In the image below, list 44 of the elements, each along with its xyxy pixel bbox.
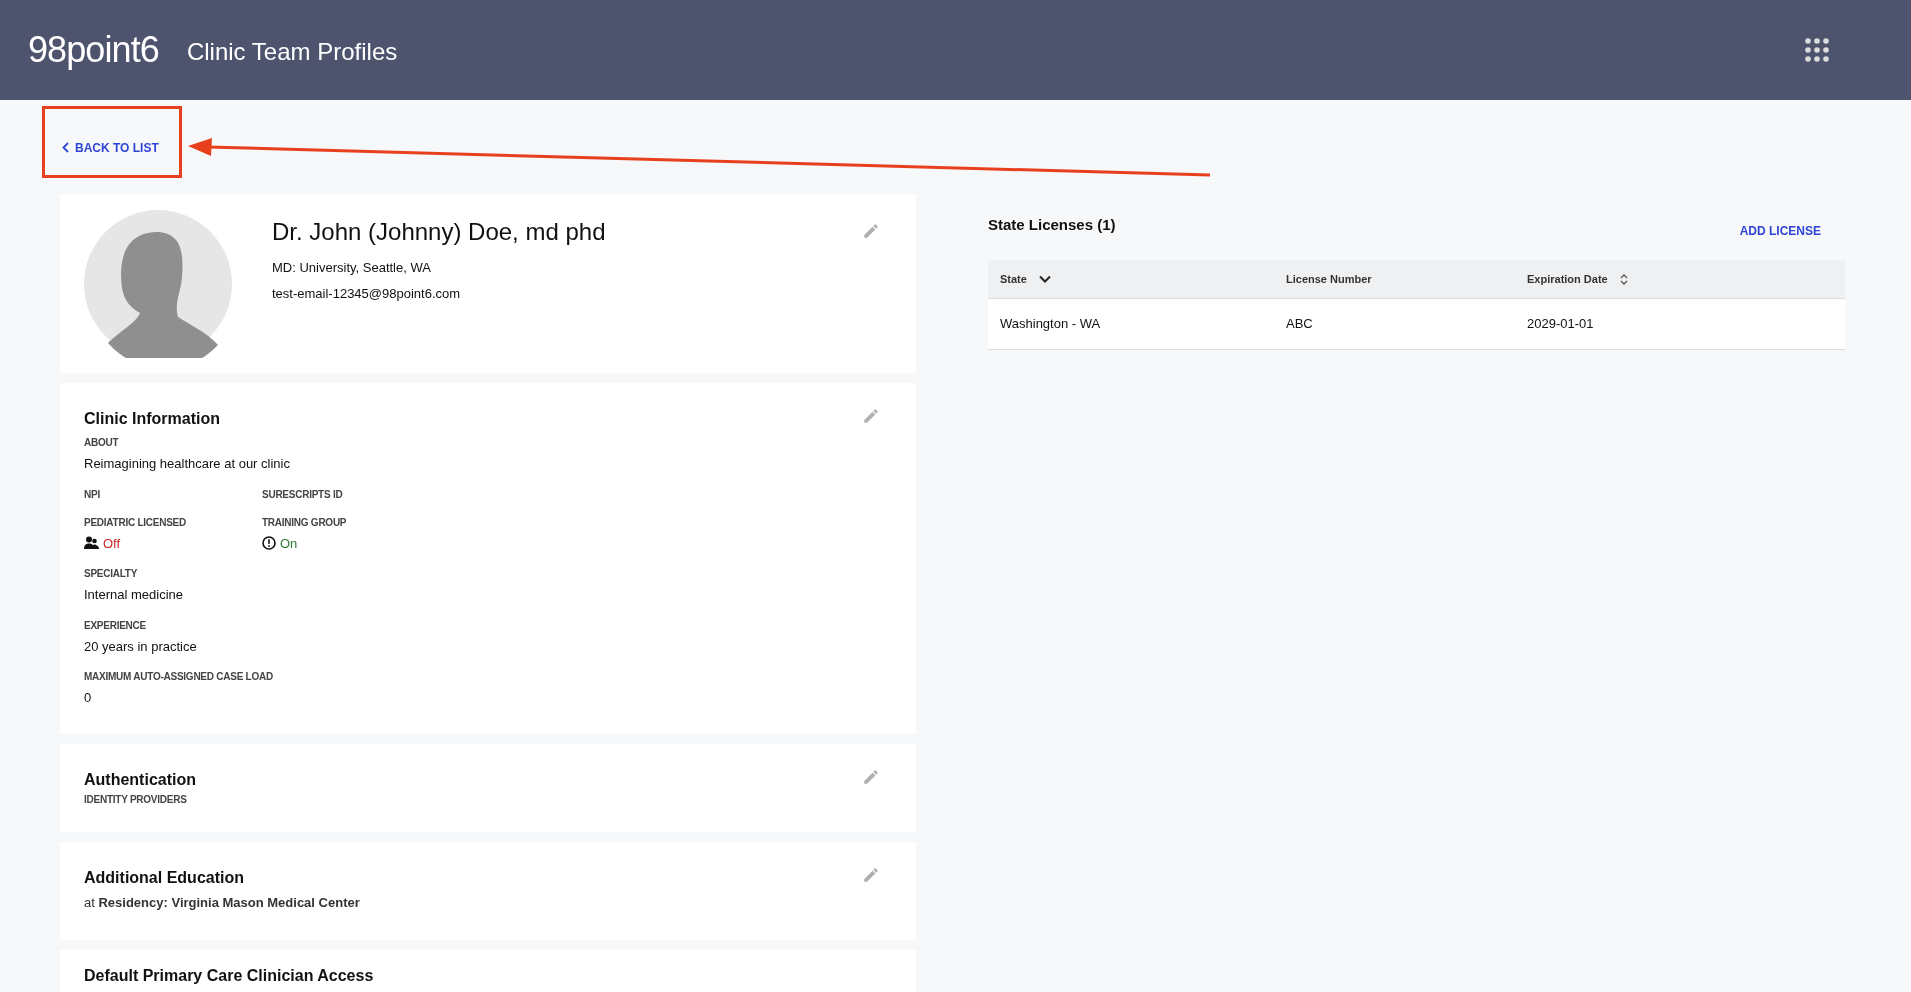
email-text: test-email-12345@98point6.com (272, 284, 462, 303)
field-label: SURESCRIPTS ID (262, 487, 344, 502)
section-title: State Licenses (1) (988, 215, 1116, 235)
degree-text: MD: University, Seattle, WA (272, 259, 432, 277)
field-value: 20 years in practice (84, 637, 198, 656)
edit-pencil-icon[interactable] (862, 222, 880, 240)
logo[interactable]: 98point6 (28, 23, 159, 77)
section-title: Clinic Information (84, 409, 220, 429)
add-license-button[interactable]: ADD LICENSE (1739, 222, 1821, 240)
edit-pencil-icon[interactable] (862, 768, 880, 786)
field-label: TRAINING GROUP (262, 515, 348, 530)
field-label: EXPERIENCE (84, 618, 147, 633)
column-header[interactable]: State (1000, 270, 1051, 288)
field-label: NPI (84, 487, 101, 502)
field-label: PEDIATRIC LICENSED (84, 515, 187, 530)
section-title: Default Primary Care Clinician Access (84, 966, 375, 986)
education-text: at Residency: Virginia Mason Medical Center (84, 895, 360, 910)
chevron-down-icon[interactable] (1038, 275, 1051, 283)
field-label: IDENTITY PROVIDERS (84, 793, 188, 807)
chevron-left-icon (62, 142, 69, 153)
status-value: Off (103, 534, 121, 553)
field-label: SPECIALTY (84, 567, 139, 581)
edit-pencil-icon[interactable] (862, 407, 880, 425)
section-title: Authentication (84, 770, 196, 790)
clinician-name: Dr. John (Johnny) Doe, md phd (272, 217, 607, 247)
edit-pencil-icon[interactable] (862, 866, 880, 884)
field-label: ABOUT (84, 436, 120, 450)
table-cell-text: ABC (1286, 315, 1314, 334)
column-header[interactable]: Expiration Date (1527, 270, 1628, 288)
section-title: Additional Education (84, 868, 244, 888)
field-value: Internal medicine (84, 586, 184, 604)
alert-circle-icon (262, 536, 276, 551)
field-label: MAXIMUM AUTO-ASSIGNED CASE LOAD (84, 670, 274, 684)
back-to-list-link[interactable]: BACK TO LIST (62, 138, 159, 157)
people-icon (84, 536, 99, 551)
field-value: 0 (84, 689, 93, 707)
sort-icon[interactable] (1619, 273, 1628, 285)
table-cell-text: 2029-01-01 (1527, 315, 1595, 334)
table-cell-text: Washington - WA (1000, 315, 1102, 334)
status-value: On (280, 534, 298, 553)
app-grid-icon[interactable] (1804, 37, 1830, 63)
column-header[interactable]: License Number (1286, 270, 1372, 288)
page-title: Clinic Team Profiles (186, 37, 398, 67)
field-value: Reimagining healthcare at our clinic (84, 455, 291, 473)
